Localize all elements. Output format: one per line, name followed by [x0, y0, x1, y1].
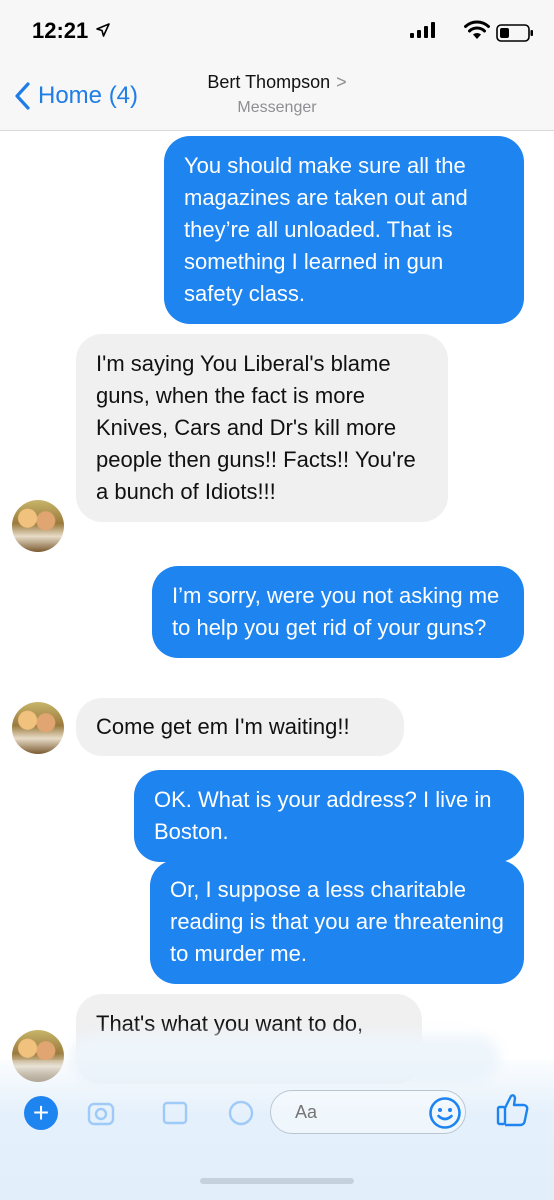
- message-bubble-outgoing[interactable]: OK. What is your address? I live in Bost…: [134, 770, 524, 862]
- battery-icon: [496, 24, 533, 42]
- message-bubble-outgoing[interactable]: I’m sorry, were you not asking me to hel…: [152, 566, 524, 658]
- home-indicator[interactable]: [200, 1178, 354, 1184]
- message-bubble-outgoing[interactable]: You should make sure all the magazines a…: [164, 136, 524, 324]
- location-arrow-icon: [96, 23, 110, 37]
- message-bubble-outgoing[interactable]: Or, I suppose a less charitable reading …: [150, 860, 524, 984]
- plus-icon: +: [32, 1097, 50, 1128]
- status-bar: 12:21: [0, 0, 554, 62]
- conversation-header: Home (4) Bert Thompson > Messenger: [0, 62, 554, 131]
- contact-title[interactable]: Bert Thompson > Messenger: [0, 72, 554, 117]
- chevron-right-icon: >: [336, 72, 347, 92]
- message-composer: +: [0, 1078, 554, 1148]
- message-bubble-incoming[interactable]: Come get em I'm waiting!!: [76, 698, 404, 756]
- plus-button[interactable]: +: [24, 1096, 58, 1130]
- wifi-icon: [464, 20, 490, 39]
- avatar[interactable]: [12, 702, 64, 754]
- thumbs-up-icon[interactable]: [496, 1092, 530, 1128]
- status-time: 12:21: [32, 18, 89, 43]
- camera-icon[interactable]: [86, 1098, 116, 1128]
- message-bubble-incoming[interactable]: I'm saying You Liberal's blame guns, whe…: [76, 334, 448, 522]
- gallery-icon[interactable]: [160, 1098, 190, 1128]
- signal-icon: [410, 22, 435, 38]
- contact-subtitle: Messenger: [237, 99, 317, 116]
- contact-name: Bert Thompson: [207, 72, 331, 92]
- mic-icon[interactable]: [226, 1098, 256, 1128]
- smile-icon[interactable]: [428, 1096, 462, 1130]
- avatar[interactable]: [12, 500, 64, 552]
